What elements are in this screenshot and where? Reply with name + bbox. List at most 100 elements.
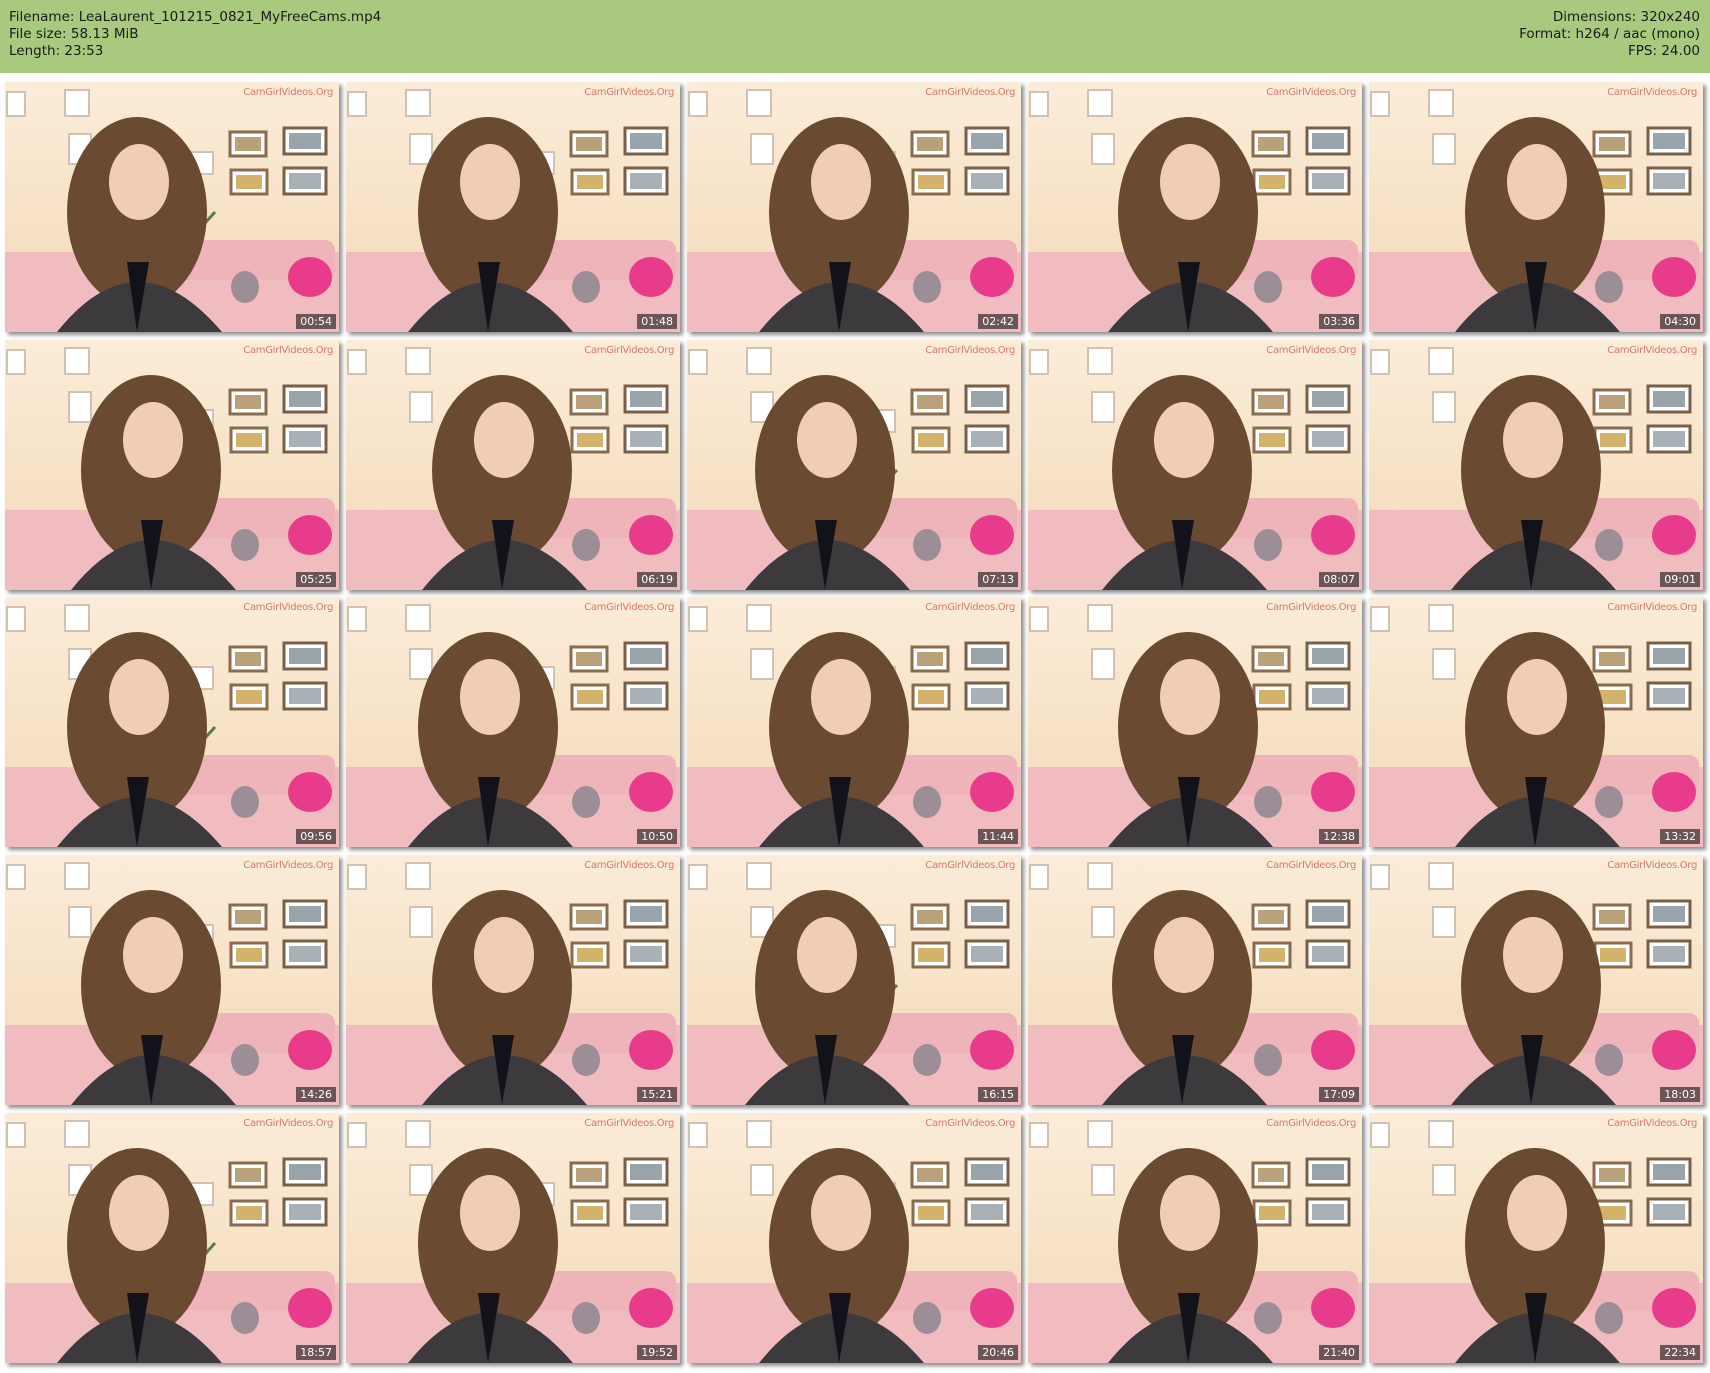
watermark-text: CamGirlVideos.Org — [1266, 87, 1356, 98]
watermark-text: CamGirlVideos.Org — [584, 860, 674, 871]
timestamp-label: 18:03 — [1660, 1087, 1700, 1102]
watermark-text: CamGirlVideos.Org — [584, 345, 674, 356]
watermark-text: CamGirlVideos.Org — [1607, 1118, 1697, 1129]
video-thumbnail: CamGirlVideos.Org 13:32 — [1369, 597, 1703, 847]
video-thumbnail: CamGirlVideos.Org 08:07 — [1028, 340, 1362, 590]
frame-image — [5, 862, 339, 1105]
video-thumbnail: CamGirlVideos.Org 16:15 — [687, 855, 1021, 1105]
timestamp-label: 19:52 — [637, 1345, 677, 1360]
frame-image — [5, 604, 339, 847]
frame-image — [346, 1120, 680, 1363]
frame-image — [1028, 1120, 1362, 1363]
video-thumbnail: CamGirlVideos.Org 12:38 — [1028, 597, 1362, 847]
timestamp-label: 18:57 — [296, 1345, 336, 1360]
timestamp-label: 05:25 — [296, 572, 336, 587]
dimensions-text: Dimensions: 320x240 — [1552, 9, 1700, 25]
timestamp-label: 14:26 — [296, 1087, 336, 1102]
frame-image — [1028, 89, 1362, 332]
frame-image — [1369, 862, 1703, 1105]
timestamp-label: 13:32 — [1660, 829, 1700, 844]
watermark-text: CamGirlVideos.Org — [925, 87, 1015, 98]
frame-image — [687, 604, 1021, 847]
timestamp-label: 08:07 — [1319, 572, 1359, 587]
watermark-text: CamGirlVideos.Org — [1266, 602, 1356, 613]
watermark-text: CamGirlVideos.Org — [243, 602, 333, 613]
watermark-text: CamGirlVideos.Org — [1607, 602, 1697, 613]
watermark-text: CamGirlVideos.Org — [584, 1118, 674, 1129]
thumbnail-grid: CamGirlVideos.Org 00:54 CamGirlVideos.Org 0… — [0, 73, 1710, 1373]
timestamp-label: 02:42 — [978, 314, 1018, 329]
frame-image — [346, 604, 680, 847]
file-info: Filename: LeaLaurent_101215_0821_MyFreeC… — [9, 9, 381, 60]
timestamp-label: 07:13 — [978, 572, 1018, 587]
filename-text: Filename: LeaLaurent_101215_0821_MyFreeC… — [9, 9, 382, 25]
timestamp-label: 20:46 — [978, 1345, 1018, 1360]
video-thumbnail: CamGirlVideos.Org 22:34 — [1369, 1113, 1703, 1363]
timestamp-label: 04:30 — [1660, 314, 1700, 329]
timestamp-label: 09:01 — [1660, 572, 1700, 587]
timestamp-label: 21:40 — [1319, 1345, 1359, 1360]
video-thumbnail: CamGirlVideos.Org 18:57 — [5, 1113, 339, 1363]
fps-text: FPS: 24.00 — [1628, 43, 1700, 59]
video-thumbnail: CamGirlVideos.Org 18:03 — [1369, 855, 1703, 1105]
watermark-text: CamGirlVideos.Org — [1266, 860, 1356, 871]
timestamp-label: 09:56 — [296, 829, 336, 844]
frame-image — [5, 1120, 339, 1363]
frame-image — [346, 347, 680, 590]
watermark-text: CamGirlVideos.Org — [925, 602, 1015, 613]
frame-image — [1369, 347, 1703, 590]
video-thumbnail: CamGirlVideos.Org 04:30 — [1369, 82, 1703, 332]
video-thumbnail: CamGirlVideos.Org 06:19 — [346, 340, 680, 590]
video-thumbnail: CamGirlVideos.Org 00:54 — [5, 82, 339, 332]
video-thumbnail: CamGirlVideos.Org 09:56 — [5, 597, 339, 847]
video-thumbnail: CamGirlVideos.Org 03:36 — [1028, 82, 1362, 332]
video-thumbnail: CamGirlVideos.Org 21:40 — [1028, 1113, 1362, 1363]
timestamp-label: 10:50 — [637, 829, 677, 844]
info-header: Filename: LeaLaurent_101215_0821_MyFreeC… — [0, 0, 1710, 73]
timestamp-label: 03:36 — [1319, 314, 1359, 329]
timestamp-label: 16:15 — [978, 1087, 1018, 1102]
watermark-text: CamGirlVideos.Org — [1607, 87, 1697, 98]
frame-image — [1028, 604, 1362, 847]
video-thumbnail: CamGirlVideos.Org 19:52 — [346, 1113, 680, 1363]
filesize-text: File size: 58.13 MiB — [9, 26, 139, 42]
timestamp-label: 11:44 — [978, 829, 1018, 844]
frame-image — [346, 862, 680, 1105]
length-text: Length: 23:53 — [9, 43, 104, 59]
video-thumbnail: CamGirlVideos.Org 20:46 — [687, 1113, 1021, 1363]
watermark-text: CamGirlVideos.Org — [925, 860, 1015, 871]
frame-image — [5, 347, 339, 590]
video-thumbnail: CamGirlVideos.Org 01:48 — [346, 82, 680, 332]
timestamp-label: 00:54 — [296, 314, 336, 329]
watermark-text: CamGirlVideos.Org — [243, 87, 333, 98]
watermark-text: CamGirlVideos.Org — [584, 602, 674, 613]
watermark-text: CamGirlVideos.Org — [584, 87, 674, 98]
frame-image — [5, 89, 339, 332]
timestamp-label: 01:48 — [637, 314, 677, 329]
watermark-text: CamGirlVideos.Org — [1266, 345, 1356, 356]
timestamp-label: 22:34 — [1660, 1345, 1700, 1360]
timestamp-label: 12:38 — [1319, 829, 1359, 844]
video-thumbnail: CamGirlVideos.Org 17:09 — [1028, 855, 1362, 1105]
timestamp-label: 15:21 — [637, 1087, 677, 1102]
video-thumbnail: CamGirlVideos.Org 09:01 — [1369, 340, 1703, 590]
frame-image — [687, 347, 1021, 590]
watermark-text: CamGirlVideos.Org — [1607, 345, 1697, 356]
video-thumbnail: CamGirlVideos.Org 14:26 — [5, 855, 339, 1105]
frame-image — [687, 89, 1021, 332]
watermark-text: CamGirlVideos.Org — [1607, 860, 1697, 871]
frame-image — [687, 862, 1021, 1105]
video-thumbnail: CamGirlVideos.Org 11:44 — [687, 597, 1021, 847]
frame-image — [1369, 89, 1703, 332]
video-thumbnail: CamGirlVideos.Org 10:50 — [346, 597, 680, 847]
watermark-text: CamGirlVideos.Org — [1266, 1118, 1356, 1129]
watermark-text: CamGirlVideos.Org — [243, 345, 333, 356]
video-thumbnail: CamGirlVideos.Org 05:25 — [5, 340, 339, 590]
watermark-text: CamGirlVideos.Org — [243, 860, 333, 871]
watermark-text: CamGirlVideos.Org — [243, 1118, 333, 1129]
video-thumbnail: CamGirlVideos.Org 07:13 — [687, 340, 1021, 590]
frame-image — [1028, 862, 1362, 1105]
frame-image — [1028, 347, 1362, 590]
frame-image — [687, 1120, 1021, 1363]
stream-info: Dimensions: 320x240 Format: h264 / aac (… — [1519, 9, 1700, 60]
